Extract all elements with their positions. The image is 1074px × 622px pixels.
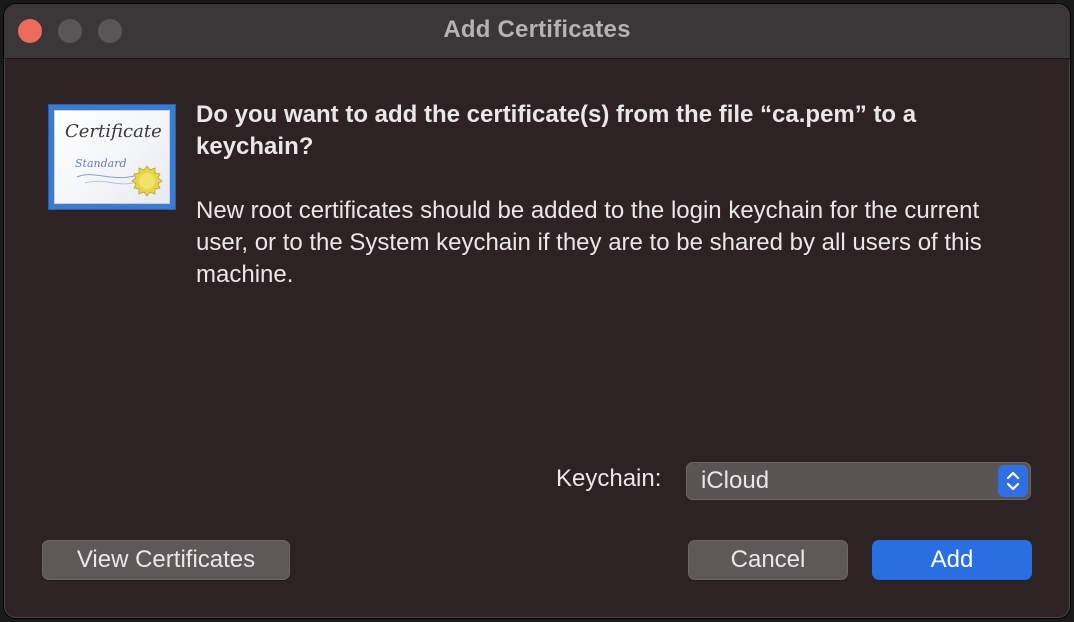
add-button[interactable]: Add [872, 540, 1032, 580]
dialog-headline: Do you want to add the certificate(s) fr… [196, 101, 917, 160]
add-certificates-dialog: Add Certificates Certificate Standard Do… [4, 4, 1070, 618]
keychain-selected-value: iCloud [701, 467, 770, 494]
seal-icon [131, 165, 163, 197]
certificate-icon: Certificate Standard [48, 104, 176, 210]
certificate-paper: Certificate Standard [54, 110, 170, 204]
dialog-body-text: New root certificates should be added to… [196, 197, 982, 288]
cancel-button[interactable]: Cancel [688, 540, 848, 580]
titlebar: Add Certificates [4, 4, 1070, 59]
stepper-updown-icon[interactable] [998, 465, 1028, 497]
view-certificates-button[interactable]: View Certificates [42, 540, 290, 580]
keychain-select[interactable]: iCloud [686, 462, 1031, 500]
keychain-label: Keychain: [556, 465, 662, 492]
window-title: Add Certificates [443, 16, 631, 43]
